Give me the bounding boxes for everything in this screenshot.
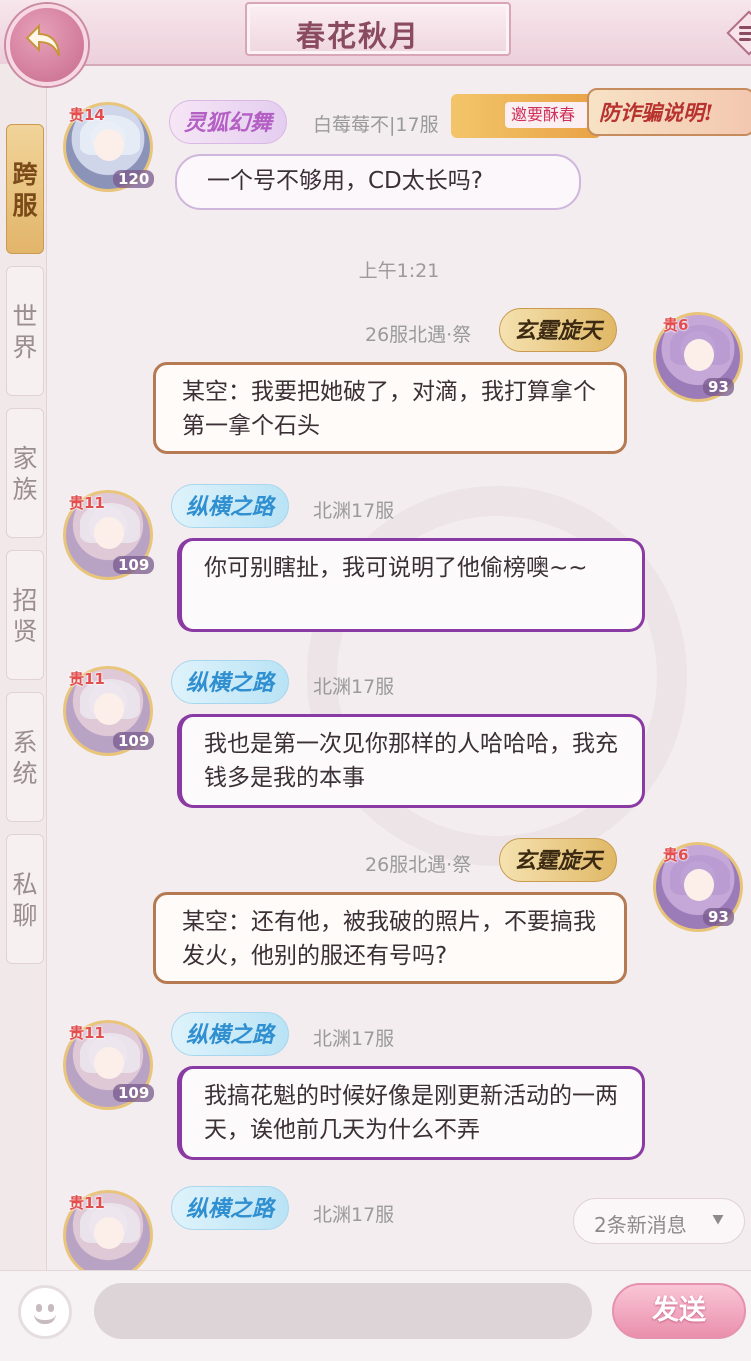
message-bubble[interactable]: 我搞花魁的时候好像是刚更新活动的一两天，诶他前几天为什么不弄 — [177, 1066, 645, 1160]
back-arrow-icon — [25, 24, 60, 57]
player-level: 109 — [113, 732, 155, 750]
avatar-face — [94, 693, 124, 725]
player-level: 120 — [113, 170, 155, 188]
anti-fraud-banner[interactable]: 防诈骗说明! — [587, 88, 751, 136]
title-badge: 纵横之路 — [171, 1186, 290, 1230]
title-badge: 纵横之路 — [171, 1012, 290, 1056]
chat-area[interactable]: 邀要酥春 防诈骗说明! 贵14 120 灵狐幻舞 白莓莓不|17服 一个号不够用… — [47, 66, 751, 1270]
player-level: 93 — [703, 378, 734, 396]
message-bubble[interactable]: 某空：我要把她破了，对滴，我打算拿个第一拿个石头 — [153, 362, 627, 454]
send-button[interactable]: 发送 — [612, 1283, 746, 1339]
tab-label: 系 统 — [12, 728, 38, 788]
new-messages-button[interactable]: 2条新消息 ⯆ — [573, 1198, 745, 1244]
page-title: 春花秋月 — [295, 19, 420, 53]
emoji-icon — [34, 1314, 56, 1324]
title-plate: 春花秋月 — [245, 2, 751, 56]
emoji-icon — [36, 1304, 42, 1312]
title-badge: 灵狐幻舞 — [169, 100, 288, 144]
player-server: 北渊17服 — [313, 676, 395, 698]
title-badge: 纵横之路 — [171, 660, 290, 704]
avatar-face — [94, 517, 124, 549]
vip-badge: 贵14 — [69, 106, 105, 124]
player-server: 北渊17服 — [313, 1028, 395, 1050]
avatar-face — [684, 869, 714, 901]
menu-line — [739, 32, 751, 35]
avatar-face — [94, 129, 124, 161]
vip-badge: 贵11 — [69, 1024, 105, 1042]
player-level: 93 — [703, 908, 734, 926]
emoji-icon — [48, 1304, 54, 1312]
avatar-face — [94, 1217, 124, 1249]
tab-label: 私 聊 — [12, 870, 38, 930]
event-promo[interactable]: 邀要酥春 — [451, 94, 601, 138]
vip-badge: 贵11 — [69, 670, 105, 688]
anti-fraud-label: 防诈骗说明! — [599, 100, 714, 125]
new-messages-label: 2条新消息 — [594, 1213, 687, 1237]
player-level: 109 — [113, 1084, 155, 1102]
title-badge: 纵横之路 — [171, 484, 290, 528]
player-server: 北渊17服 — [313, 1204, 395, 1226]
back-button[interactable] — [6, 4, 88, 86]
tab-system[interactable]: 系 统 — [6, 692, 44, 822]
tab-family[interactable]: 家 族 — [6, 408, 44, 538]
double-chevron-down-icon: ⯆ — [710, 1208, 726, 1232]
tab-world[interactable]: 世 界 — [6, 266, 44, 396]
title-badge: 玄霆旋天 — [499, 838, 618, 882]
tab-private-chat[interactable]: 私 聊 — [6, 834, 44, 964]
title-badge: 玄霆旋天 — [499, 308, 618, 352]
menu-button[interactable] — [725, 10, 751, 56]
channel-sidebar: 跨 服 世 界 家 族 招 贤 系 统 私 聊 — [0, 64, 47, 1270]
avatar-face — [94, 1047, 124, 1079]
avatar-face — [684, 339, 714, 371]
message-input[interactable] — [94, 1283, 592, 1339]
tab-label: 世 界 — [12, 302, 38, 362]
emoji-button[interactable] — [18, 1285, 72, 1339]
message-bubble[interactable]: 你可别瞎扯，我可说明了他偷榜噢~~ — [177, 538, 645, 632]
vip-badge: 贵6 — [663, 316, 689, 334]
tab-label: 跨 服 — [12, 160, 38, 220]
player-server: 26服北遇·祭 — [365, 854, 472, 876]
vip-badge: 贵11 — [69, 494, 105, 512]
menu-line — [739, 26, 751, 29]
promo-text: 邀要酥春 — [505, 102, 589, 128]
message-bubble[interactable]: 我也是第一次见你那样的人哈哈哈，我充钱多是我的本事 — [177, 714, 645, 808]
header-bar: 春花秋月 — [0, 0, 751, 66]
tab-label: 家 族 — [12, 444, 38, 504]
vip-badge: 贵6 — [663, 846, 689, 864]
player-server: 26服北遇·祭 — [365, 324, 472, 346]
tab-recruit[interactable]: 招 贤 — [6, 550, 44, 680]
menu-line — [739, 38, 751, 41]
player-server: 北渊17服 — [313, 500, 395, 522]
vip-badge: 贵11 — [69, 1194, 105, 1212]
message-bubble[interactable]: 某空：还有他，被我破的照片，不要搞我发火，他别的服还有号吗? — [153, 892, 627, 984]
message-bubble[interactable]: 一个号不够用，CD太长吗? — [175, 154, 581, 210]
player-server: 白莓莓不|17服 — [313, 114, 439, 136]
tab-cross-server[interactable]: 跨 服 — [6, 124, 44, 254]
input-bar: 发送 — [0, 1270, 751, 1361]
player-level: 109 — [113, 556, 155, 574]
timestamp: 上午1:21 — [358, 260, 440, 282]
tab-label: 招 贤 — [12, 586, 38, 646]
